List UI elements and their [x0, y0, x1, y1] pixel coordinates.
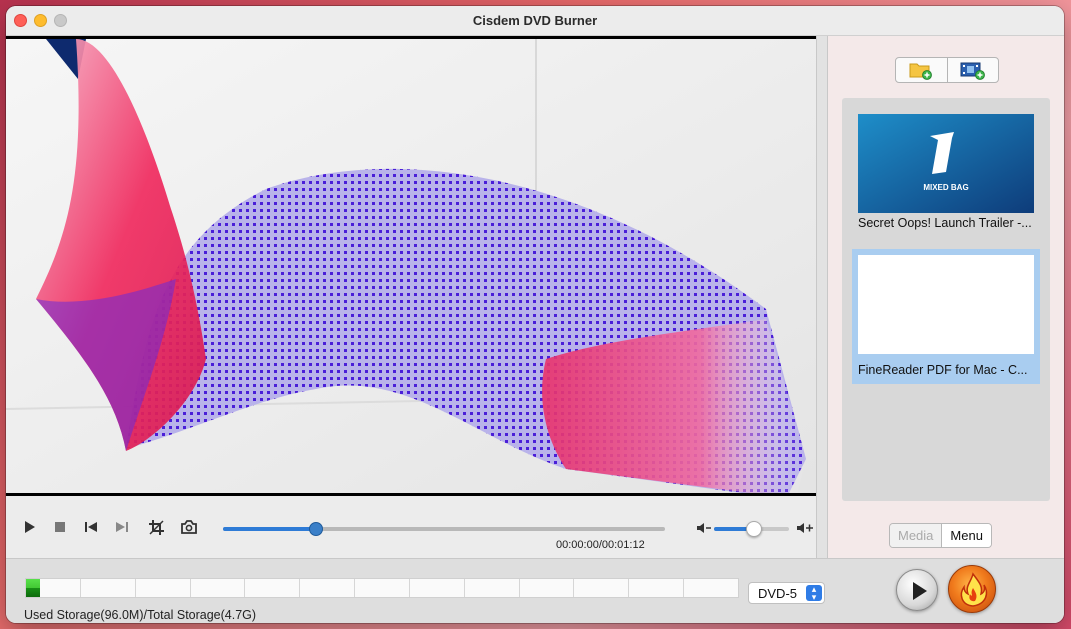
preview-play-button[interactable]: [896, 569, 938, 611]
media-item-label: Secret Oops! Launch Trailer -...: [858, 216, 1032, 230]
disc-type-value: DVD-5: [758, 586, 798, 601]
storage-status-text: Used Storage(96.0M)/Total Storage(4.7G): [24, 608, 257, 622]
player-controls: 00:00:00/00:01:12: [6, 496, 828, 558]
disc-type-select[interactable]: DVD-5 ▴ ▾: [748, 582, 825, 604]
media-panel: MIXED BAG Secret Oops! Launch Trailer -.…: [828, 36, 1064, 558]
media-list: MIXED BAG Secret Oops! Launch Trailer -.…: [842, 98, 1050, 501]
bottom-bar: Used Storage(96.0M)/Total Storage(4.7G) …: [6, 558, 1064, 623]
volume-down-icon[interactable]: [696, 522, 712, 534]
playback-progress-slider[interactable]: [223, 522, 665, 536]
panel-divider[interactable]: [816, 36, 828, 558]
video-preview: [6, 36, 816, 496]
volume-slider[interactable]: [714, 521, 789, 537]
storage-used-fill: [26, 579, 40, 597]
tab-media[interactable]: Media: [890, 524, 942, 547]
volume-knob[interactable]: [745, 521, 762, 537]
media-item-1[interactable]: MIXED BAG Secret Oops! Launch Trailer -.…: [852, 108, 1040, 236]
add-media-toolbar: [895, 57, 999, 83]
select-arrows-icon: ▴ ▾: [806, 585, 822, 602]
playback-progress-fill: [223, 527, 316, 531]
previous-icon[interactable]: [84, 520, 98, 534]
camera-icon[interactable]: [181, 520, 197, 534]
folder-add-icon: [909, 63, 933, 80]
burn-button[interactable]: [948, 565, 996, 613]
media-item-label: FineReader PDF for Mac - C...: [858, 363, 1028, 377]
add-folder-button[interactable]: [896, 58, 947, 82]
title-bar: Cisdem DVD Burner: [6, 6, 1064, 36]
video-frame: [6, 39, 816, 493]
add-video-button[interactable]: [946, 58, 999, 82]
playback-progress-knob[interactable]: [308, 522, 323, 536]
timecode: 00:00:00/00:01:12: [556, 539, 645, 551]
window-title: Cisdem DVD Burner: [472, 13, 598, 28]
play-icon: [913, 582, 927, 600]
film-add-icon: [960, 62, 985, 80]
volume-up-icon[interactable]: [796, 522, 814, 534]
panel-tabs: Media Menu: [889, 523, 992, 548]
media-item-2[interactable]: FineReader PDF for Mac - C...: [852, 249, 1040, 384]
media-thumbnail: [858, 255, 1034, 354]
play-icon[interactable]: [24, 520, 36, 534]
stop-icon[interactable]: [54, 520, 66, 534]
flame-icon: [960, 572, 988, 607]
next-icon[interactable]: [115, 520, 129, 534]
tab-menu[interactable]: Menu: [941, 524, 991, 547]
crop-icon[interactable]: [149, 520, 164, 535]
app-window: Cisdem DVD Burner 00:00:00/00:01:12 MIXE…: [6, 6, 1064, 623]
storage-bar: [25, 578, 739, 598]
media-thumbnail: MIXED BAG: [858, 114, 1034, 213]
thumbnail-logo-text: MIXED BAG: [923, 183, 968, 192]
